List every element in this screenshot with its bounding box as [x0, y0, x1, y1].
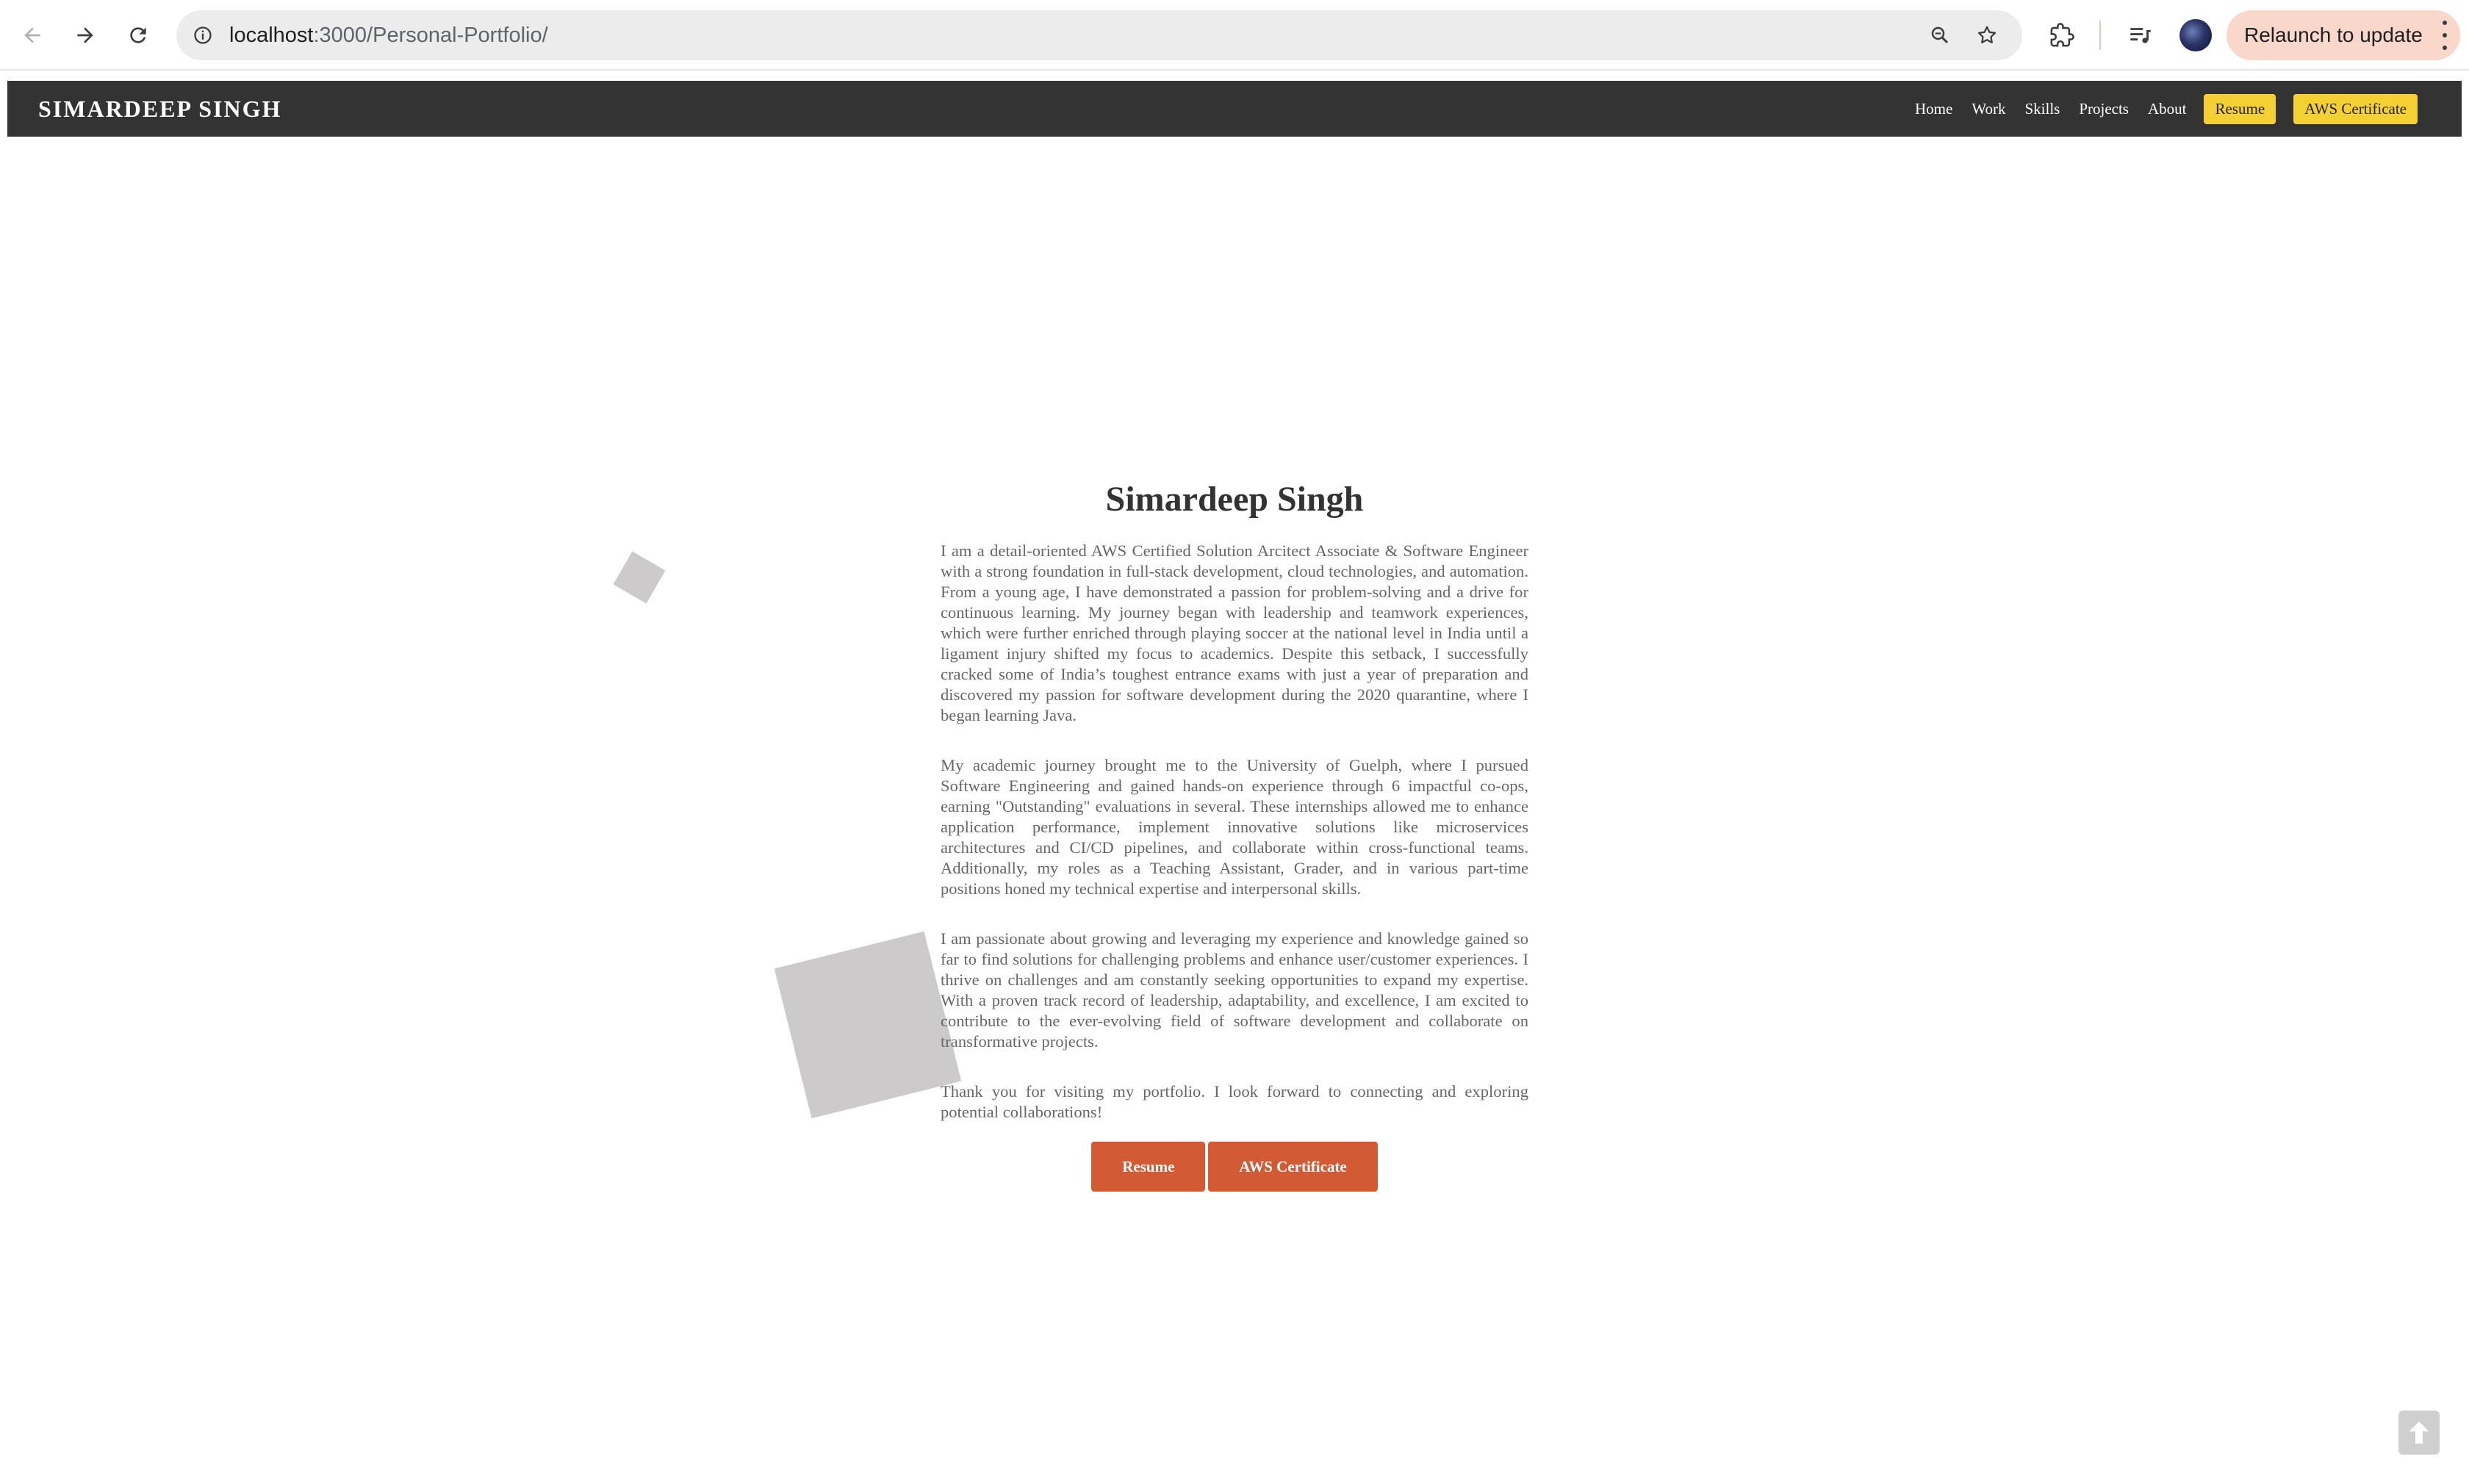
site-navbar: SIMARDEEP SINGH Home Work Skills Project… — [7, 81, 2462, 137]
url-host: localhost — [229, 24, 314, 47]
extensions-icon — [2050, 23, 2074, 47]
relaunch-label: Relaunch to update — [2244, 24, 2423, 46]
site-info-icon[interactable] — [190, 22, 216, 48]
page-title: Simardeep Singh — [1105, 480, 1364, 519]
about-paragraph-1: I am a detail-oriented AWS Certified Sol… — [941, 541, 1528, 724]
back-button[interactable] — [10, 13, 54, 57]
bookmark-star-icon[interactable] — [1971, 19, 2003, 51]
toolbar-divider — [2099, 21, 2101, 50]
nav-link-projects[interactable]: Projects — [2079, 100, 2129, 118]
nav-link-skills[interactable]: Skills — [2024, 100, 2060, 118]
nav-link-work[interactable]: Work — [1972, 100, 2005, 118]
url-text[interactable]: localhost:3000/Personal-Portfolio/ — [229, 10, 548, 60]
scroll-to-top-button[interactable] — [2398, 1411, 2440, 1455]
resume-button[interactable]: Resume — [1091, 1142, 1206, 1192]
cta-buttons: Resume AWS Certificate — [941, 1142, 1528, 1192]
reload-button[interactable] — [116, 13, 160, 57]
nav-link-home[interactable]: Home — [1915, 100, 1952, 118]
nav-link-about[interactable]: About — [2148, 100, 2187, 118]
brand-logo-text[interactable]: SIMARDEEP SINGH — [38, 81, 281, 137]
nav-links: Home Work Skills Projects About Resume A… — [1896, 81, 2418, 137]
media-control-icon — [2130, 28, 2151, 43]
zoom-icon[interactable] — [1924, 19, 1956, 51]
browser-toolbar: localhost:3000/Personal-Portfolio/ Relau… — [0, 0, 2469, 71]
nav-aws-certificate-button[interactable]: AWS Certificate — [2293, 93, 2418, 124]
media-control-button[interactable] — [2118, 13, 2162, 57]
arrow-up-icon — [2409, 1422, 2429, 1444]
about-paragraph-2: My academic journey brought me to the Un… — [941, 756, 1528, 898]
profile-avatar[interactable] — [2179, 19, 2212, 51]
about-paragraph-3: I am passionate about growing and levera… — [941, 929, 1528, 1051]
forward-icon — [77, 27, 93, 43]
relaunch-button[interactable]: Relaunch to update — [2227, 10, 2460, 60]
forward-button[interactable] — [63, 13, 107, 57]
decorative-square-small — [613, 551, 666, 604]
about-section: Simardeep Singh I am a detail-oriented A… — [941, 478, 1528, 1192]
decorative-square-large — [774, 931, 962, 1119]
aws-certificate-button[interactable]: AWS Certificate — [1208, 1142, 1378, 1192]
address-bar[interactable]: localhost:3000/Personal-Portfolio/ — [176, 10, 2022, 60]
url-path: :3000/Personal-Portfolio/ — [313, 24, 548, 47]
more-menu-icon[interactable] — [2440, 21, 2450, 50]
back-icon — [24, 27, 40, 43]
about-paragraph-4: Thank you for visiting my portfolio. I l… — [941, 1082, 1528, 1121]
nav-resume-button[interactable]: Resume — [2204, 93, 2276, 124]
reload-icon — [130, 27, 146, 43]
extensions-button[interactable] — [2040, 13, 2084, 57]
